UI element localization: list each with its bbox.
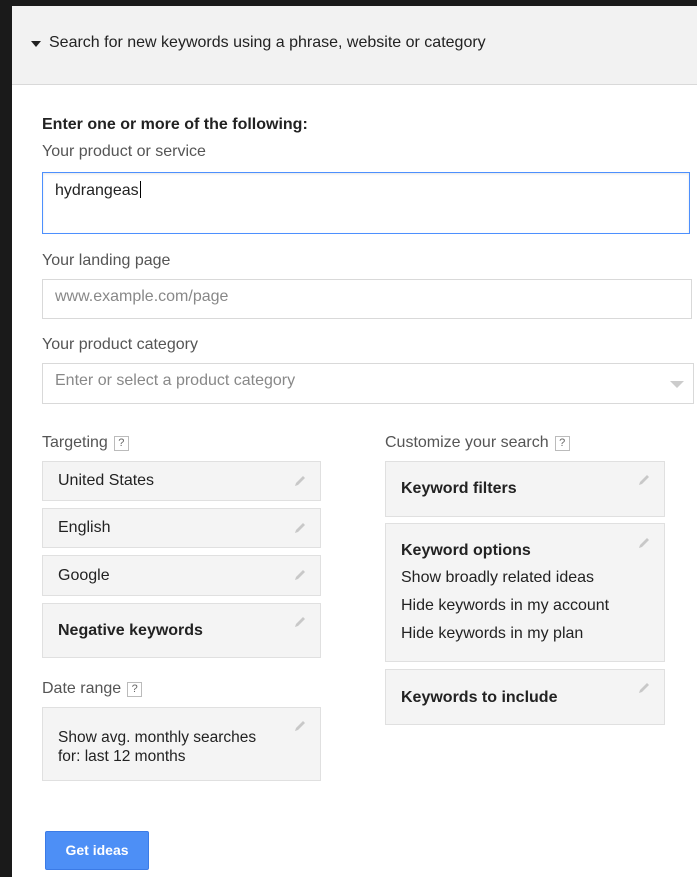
pencil-icon[interactable]	[636, 535, 652, 551]
pencil-icon[interactable]	[292, 520, 308, 536]
landing-page-label: Your landing page	[42, 252, 171, 269]
date-range-box[interactable]: Show avg. monthly searches for: last 12 …	[42, 707, 321, 781]
product-input[interactable]: hydrangeas	[42, 172, 690, 234]
date-range-text: Show avg. monthly searches for: last 12 …	[58, 728, 256, 766]
form-intro: Enter one or more of the following:	[42, 116, 308, 133]
keyword-filters-box[interactable]: Keyword filters	[385, 461, 665, 517]
keyword-options-box[interactable]: Keyword options Show broadly related ide…	[385, 523, 665, 662]
date-range-line-1: Show avg. monthly searches	[58, 729, 257, 746]
keyword-option-broadly-related: Show broadly related ideas	[401, 569, 595, 586]
category-placeholder: Enter or select a product category	[55, 372, 296, 389]
targeting-negative-keywords[interactable]: Negative keywords	[42, 603, 321, 658]
keyword-options-title: Keyword options	[401, 542, 531, 559]
targeting-help-icon[interactable]: ?	[113, 436, 129, 451]
landing-page-placeholder: www.example.com/page	[55, 288, 229, 305]
pencil-icon[interactable]	[292, 718, 308, 734]
category-select[interactable]: Enter or select a product category	[42, 363, 694, 404]
targeting-network-label: Google	[58, 567, 110, 584]
pencil-icon[interactable]	[636, 680, 652, 696]
section-header[interactable]: Search for new keywords using a phrase, …	[12, 6, 697, 85]
section-title: Search for new keywords using a phrase, …	[49, 34, 486, 51]
customize-help-icon[interactable]: ?	[554, 436, 570, 451]
keyword-option-hide-plan: Hide keywords in my plan	[401, 625, 584, 642]
keyword-option-hide-account: Hide keywords in my account	[401, 597, 610, 614]
keywords-to-include-label: Keywords to include	[401, 689, 558, 706]
date-range-help-icon[interactable]: ?	[127, 682, 143, 697]
keywords-to-include-box[interactable]: Keywords to include	[385, 669, 665, 725]
pencil-icon[interactable]	[636, 472, 652, 488]
targeting-location-label: United States	[58, 472, 155, 489]
targeting-network[interactable]: Google	[42, 555, 321, 596]
customize-label: Customize your search?	[385, 434, 570, 452]
category-label: Your product category	[42, 336, 198, 353]
keyword-filters-label: Keyword filters	[401, 480, 517, 497]
pencil-icon[interactable]	[292, 614, 308, 630]
date-range-label: Date range?	[42, 680, 143, 698]
targeting-label: Targeting?	[42, 434, 129, 452]
keyword-planner-panel: Search for new keywords using a phrase, …	[12, 6, 697, 877]
landing-page-input[interactable]: www.example.com/page	[42, 279, 692, 319]
get-ideas-button[interactable]: Get ideas	[45, 831, 149, 870]
chevron-down-icon[interactable]	[670, 381, 684, 388]
date-range-line-2: for: last 12 months	[58, 748, 186, 765]
product-label: Your product or service	[42, 143, 206, 160]
pencil-icon[interactable]	[292, 567, 308, 583]
product-input-value: hydrangeas	[55, 181, 141, 199]
targeting-language[interactable]: English	[42, 508, 321, 548]
targeting-location[interactable]: United States	[42, 461, 321, 501]
targeting-language-label: English	[58, 519, 111, 536]
negative-keywords-label: Negative keywords	[58, 622, 203, 639]
collapse-caret-icon[interactable]	[31, 41, 41, 47]
pencil-icon[interactable]	[292, 473, 308, 489]
